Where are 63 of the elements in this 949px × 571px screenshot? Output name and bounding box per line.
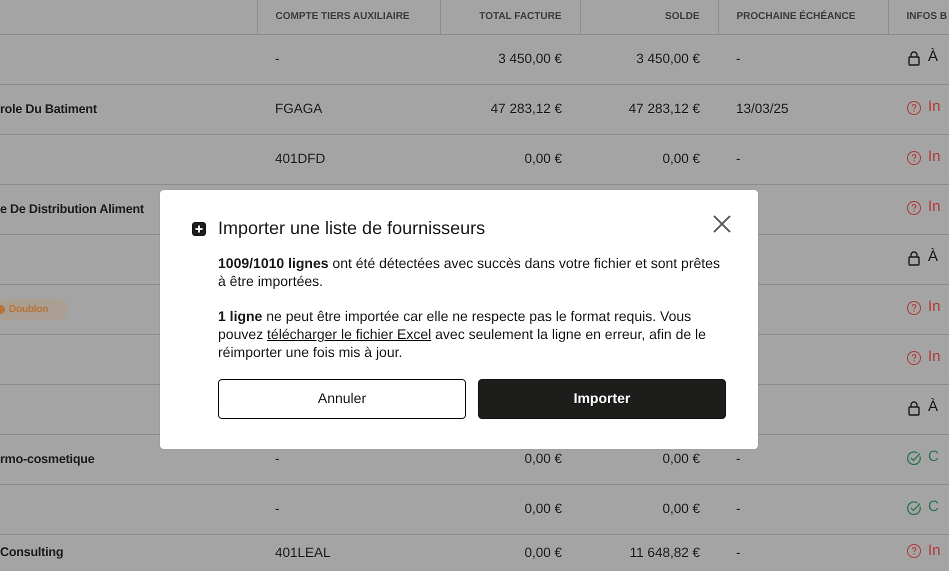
table-cell: 0,00 € (662, 450, 700, 466)
check-circle-icon (906, 450, 922, 466)
cancel-button[interactable]: Annuler (218, 378, 466, 419)
download-link[interactable]: télécharger le fichier Excel (267, 326, 432, 342)
table-cell: 401LEAL (275, 544, 331, 560)
import-button[interactable]: Importer (478, 378, 726, 419)
help-icon (906, 100, 922, 116)
status-text: À (928, 247, 938, 268)
status-text: In (928, 197, 941, 218)
table-cell: - (736, 450, 740, 466)
column-header: INFOS B (888, 0, 949, 34)
table-cell: - (736, 500, 740, 516)
table-cell: - (736, 150, 740, 166)
dialog-message: 1009/1010 lignes ont été détectées avec succès dans votre fichier et sont prêtes à être importées. (218, 254, 721, 290)
status-text: In (928, 147, 941, 168)
status-text: In (928, 347, 941, 368)
supplier-name: Consulting (0, 545, 64, 560)
table-cell: 0,00 € (524, 450, 562, 466)
table-cell: - (736, 50, 740, 66)
dialog-title: Importer une liste de fournisseurs (218, 218, 486, 240)
badge-label: Doublon (9, 302, 48, 316)
table-cell: 11 648,82 € (630, 544, 700, 560)
column-header: SOLDE (580, 0, 718, 34)
table-cell: - (736, 544, 740, 560)
lock-icon (906, 250, 922, 266)
table-cell: 47 283,12 € (490, 100, 562, 116)
table-cell: 13/03/25 (736, 100, 789, 116)
table-cell: 0,00 € (662, 150, 700, 166)
status-text: À (928, 397, 938, 418)
check-circle-icon (906, 500, 922, 516)
table-cell: 3 450,00 € (636, 50, 700, 66)
supplier-name: role Du Batiment (0, 102, 97, 116)
help-icon (906, 300, 922, 316)
status-text: In (928, 97, 941, 118)
help-icon (906, 150, 922, 166)
dialog-message: 1 ligne ne peut être importée car elle ne respecte pas le format requis. Vous pouvez télécharger le fichier Excel avec seulement la ligne en erreur, afin de le réimporter une fois mis à jour. (218, 306, 707, 362)
status-text: À (928, 47, 938, 68)
lock-icon (906, 50, 922, 66)
table-cell: - (275, 50, 280, 66)
help-icon (906, 350, 922, 366)
table-cell: 0,00 € (524, 500, 562, 516)
lock-icon (906, 400, 922, 416)
table-cell: 0,00 € (662, 500, 700, 516)
table-cell: 401DFD (275, 150, 326, 166)
plus-square-icon (192, 222, 206, 236)
table-cell: - (275, 500, 280, 516)
table-cell: FGAGA (275, 100, 322, 116)
column-header: COMPTE TIERS AUXILIAIRE (257, 0, 440, 34)
supplier-name: e De Distribution Aliment (0, 202, 144, 216)
table-cell: 0,00 € (524, 150, 562, 166)
supplier-name: rmo-cosmetique (0, 452, 94, 466)
help-icon (906, 200, 922, 216)
table-cell: 0,00 € (524, 544, 562, 560)
status-text: C (928, 447, 939, 468)
table-cell: 3 450,00 € (498, 50, 562, 66)
column-header: PROCHAINE ÉCHÉANCE (718, 0, 888, 34)
table-cell: 47 283,12 € (628, 100, 700, 116)
status-text: C (928, 497, 939, 518)
table-cell: - (275, 450, 280, 466)
column-header: TOTAL FACTURE (440, 0, 580, 34)
status-text: In (928, 297, 941, 318)
help-icon (906, 543, 922, 560)
status-text: In (928, 541, 941, 561)
